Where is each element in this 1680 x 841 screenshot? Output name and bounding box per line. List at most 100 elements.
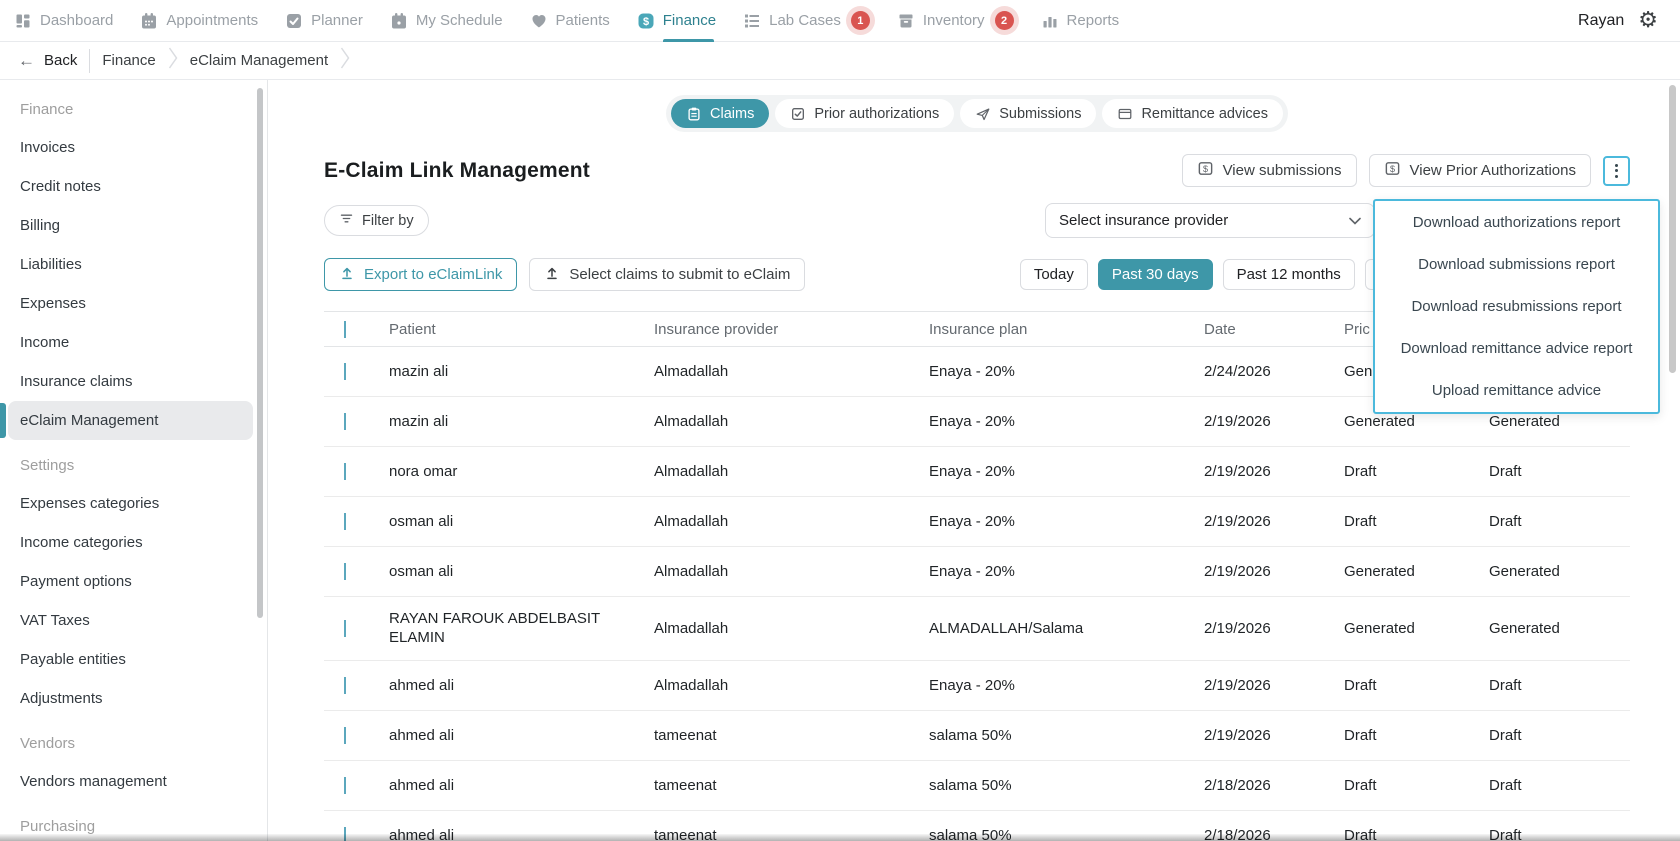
row-checkbox[interactable]: [344, 513, 346, 530]
finance-sidebar: Finance Invoices Credit notes Billing Li…: [0, 80, 268, 841]
appointments-icon: [140, 12, 158, 30]
bottom-shade: [0, 834, 1680, 841]
sidebar-item-payment-options[interactable]: Payment options: [8, 562, 253, 601]
date-cell: 2/19/2026: [1204, 677, 1344, 694]
sidebar-item-vendors-management[interactable]: Vendors management: [8, 762, 253, 801]
table-row[interactable]: ahmed ali Almadallah Enaya - 20% 2/19/20…: [324, 661, 1630, 711]
insurance-provider-select[interactable]: Select insurance provider: [1045, 203, 1375, 238]
table-row[interactable]: RAYAN FAROUK ABDELBASIT ELAMIN Almadalla…: [324, 597, 1630, 661]
tab-prior-authorizations[interactable]: Prior authorizations: [775, 99, 954, 128]
dashboard-icon: [14, 12, 32, 30]
status-cell: Generated: [1344, 563, 1489, 580]
nav-item-dashboard[interactable]: Dashboard: [14, 0, 113, 42]
view-prior-authorizations-button[interactable]: $ View Prior Authorizations: [1369, 154, 1591, 187]
user-name[interactable]: Rayan: [1578, 12, 1624, 30]
menu-item-upload-remittance-advice[interactable]: Upload remittance advice: [1375, 370, 1658, 412]
gear-icon[interactable]: ⚙: [1638, 10, 1658, 32]
patient-cell: osman ali: [389, 513, 654, 530]
plan-cell: ALMADALLAH/Salama: [929, 620, 1204, 637]
lab-cases-badge: 1: [851, 11, 870, 30]
sidebar-item-vat-taxes[interactable]: VAT Taxes: [8, 601, 253, 640]
upload-icon: [544, 265, 560, 285]
plan-cell: Enaya - 20%: [929, 363, 1204, 380]
status-cell: Draft: [1344, 727, 1489, 744]
sidebar-item-income[interactable]: Income: [8, 323, 253, 362]
row-checkbox[interactable]: [344, 463, 346, 480]
sidebar-scrollbar[interactable]: [257, 88, 263, 618]
more-options-menu: Download authorizations report Download …: [1373, 199, 1660, 414]
row-checkbox[interactable]: [344, 727, 346, 744]
sidebar-item-eclaim-management[interactable]: eClaim Management: [8, 401, 253, 440]
inventory-icon: [897, 12, 915, 30]
top-nav: Dashboard Appointments Planner My Schedu…: [0, 0, 1680, 42]
row-checkbox[interactable]: [344, 777, 346, 794]
provider-cell: tameenat: [654, 727, 929, 744]
select-all-checkbox[interactable]: [344, 321, 346, 338]
date-cell: 2/19/2026: [1204, 620, 1344, 637]
sidebar-item-invoices[interactable]: Invoices: [8, 128, 253, 167]
sidebar-item-liabilities[interactable]: Liabilities: [8, 245, 253, 284]
date-filter-past-30-days[interactable]: Past 30 days: [1098, 259, 1213, 290]
send-icon: [975, 106, 991, 122]
page-scrollbar[interactable]: [1669, 85, 1676, 373]
planner-icon: [285, 12, 303, 30]
schedule-icon: [390, 12, 408, 30]
nav-item-appointments[interactable]: Appointments: [140, 0, 258, 42]
menu-item-download-authorizations-report[interactable]: Download authorizations report: [1375, 201, 1658, 243]
table-row[interactable]: ahmed ali tameenat salama 50% 2/18/2026 …: [324, 761, 1630, 811]
table-row[interactable]: osman ali Almadallah Enaya - 20% 2/19/20…: [324, 547, 1630, 597]
row-checkbox[interactable]: [344, 620, 346, 637]
menu-item-download-resubmissions-report[interactable]: Download resubmissions report: [1375, 285, 1658, 327]
export-to-eclaimlink-button[interactable]: Export to eClaimLink: [324, 258, 517, 291]
row-checkbox[interactable]: [344, 413, 346, 430]
sidebar-item-income-categories[interactable]: Income categories: [8, 523, 253, 562]
nav-item-lab-cases[interactable]: Lab Cases 1: [743, 0, 870, 42]
nav-item-inventory[interactable]: Inventory 2: [897, 0, 1014, 42]
menu-item-download-remittance-advice-report[interactable]: Download remittance advice report: [1375, 328, 1658, 370]
reports-icon: [1041, 12, 1059, 30]
row-checkbox[interactable]: [344, 363, 346, 380]
back-button[interactable]: ← Back: [18, 51, 77, 71]
nav-item-patients[interactable]: Patients: [530, 0, 610, 42]
select-claims-to-submit-button[interactable]: Select claims to submit to eClaim: [529, 258, 805, 291]
tab-submissions[interactable]: Submissions: [960, 99, 1096, 128]
sidebar-item-credit-notes[interactable]: Credit notes: [8, 167, 253, 206]
more-options-button[interactable]: [1603, 156, 1630, 186]
sidebar-item-expenses[interactable]: Expenses: [8, 284, 253, 323]
date-filter-today[interactable]: Today: [1020, 259, 1088, 290]
date-filter-past-12-months[interactable]: Past 12 months: [1223, 259, 1355, 290]
sidebar-item-payable-entities[interactable]: Payable entities: [8, 640, 253, 679]
row-checkbox[interactable]: [344, 563, 346, 580]
sidebar-item-insurance-claims[interactable]: Insurance claims: [8, 362, 253, 401]
patient-cell: mazin ali: [389, 413, 654, 430]
breadcrumb-finance[interactable]: Finance: [102, 52, 155, 69]
sidebar-item-expenses-categories[interactable]: Expenses categories: [8, 484, 253, 523]
plan-cell: Enaya - 20%: [929, 513, 1204, 530]
nav-item-my-schedule[interactable]: My Schedule: [390, 0, 503, 42]
table-row[interactable]: nora omar Almadallah Enaya - 20% 2/19/20…: [324, 447, 1630, 497]
nav-item-reports[interactable]: Reports: [1041, 0, 1120, 42]
nav-item-planner[interactable]: Planner: [285, 0, 363, 42]
checked-box-icon: [790, 106, 806, 122]
sidebar-header-finance: Finance: [8, 90, 253, 128]
claims-tabs: Claims Prior authorizations Submissions …: [666, 95, 1288, 132]
filter-by-button[interactable]: Filter by: [324, 205, 429, 236]
date-cell: 2/19/2026: [1204, 513, 1344, 530]
sidebar-item-adjustments[interactable]: Adjustments: [8, 679, 253, 718]
view-submissions-button[interactable]: $ View submissions: [1182, 154, 1357, 187]
svg-text:$: $: [643, 16, 649, 28]
menu-item-download-submissions-report[interactable]: Download submissions report: [1375, 243, 1658, 285]
table-row[interactable]: osman ali Almadallah Enaya - 20% 2/19/20…: [324, 497, 1630, 547]
breadcrumb-eclaim-management: eClaim Management: [190, 52, 328, 69]
tab-remittance-advices[interactable]: Remittance advices: [1102, 99, 1283, 128]
tab-claims[interactable]: Claims: [671, 99, 769, 128]
row-checkbox[interactable]: [344, 677, 346, 694]
breadcrumb-divider: [89, 49, 90, 73]
patient-cell: osman ali: [389, 563, 654, 580]
date-cell: 2/19/2026: [1204, 463, 1344, 480]
table-row[interactable]: ahmed ali tameenat salama 50% 2/19/2026 …: [324, 711, 1630, 761]
sidebar-item-billing[interactable]: Billing: [8, 206, 253, 245]
nav-item-finance[interactable]: $ Finance: [637, 0, 716, 42]
chevron-down-icon: [1349, 212, 1361, 229]
plan-cell: Enaya - 20%: [929, 563, 1204, 580]
